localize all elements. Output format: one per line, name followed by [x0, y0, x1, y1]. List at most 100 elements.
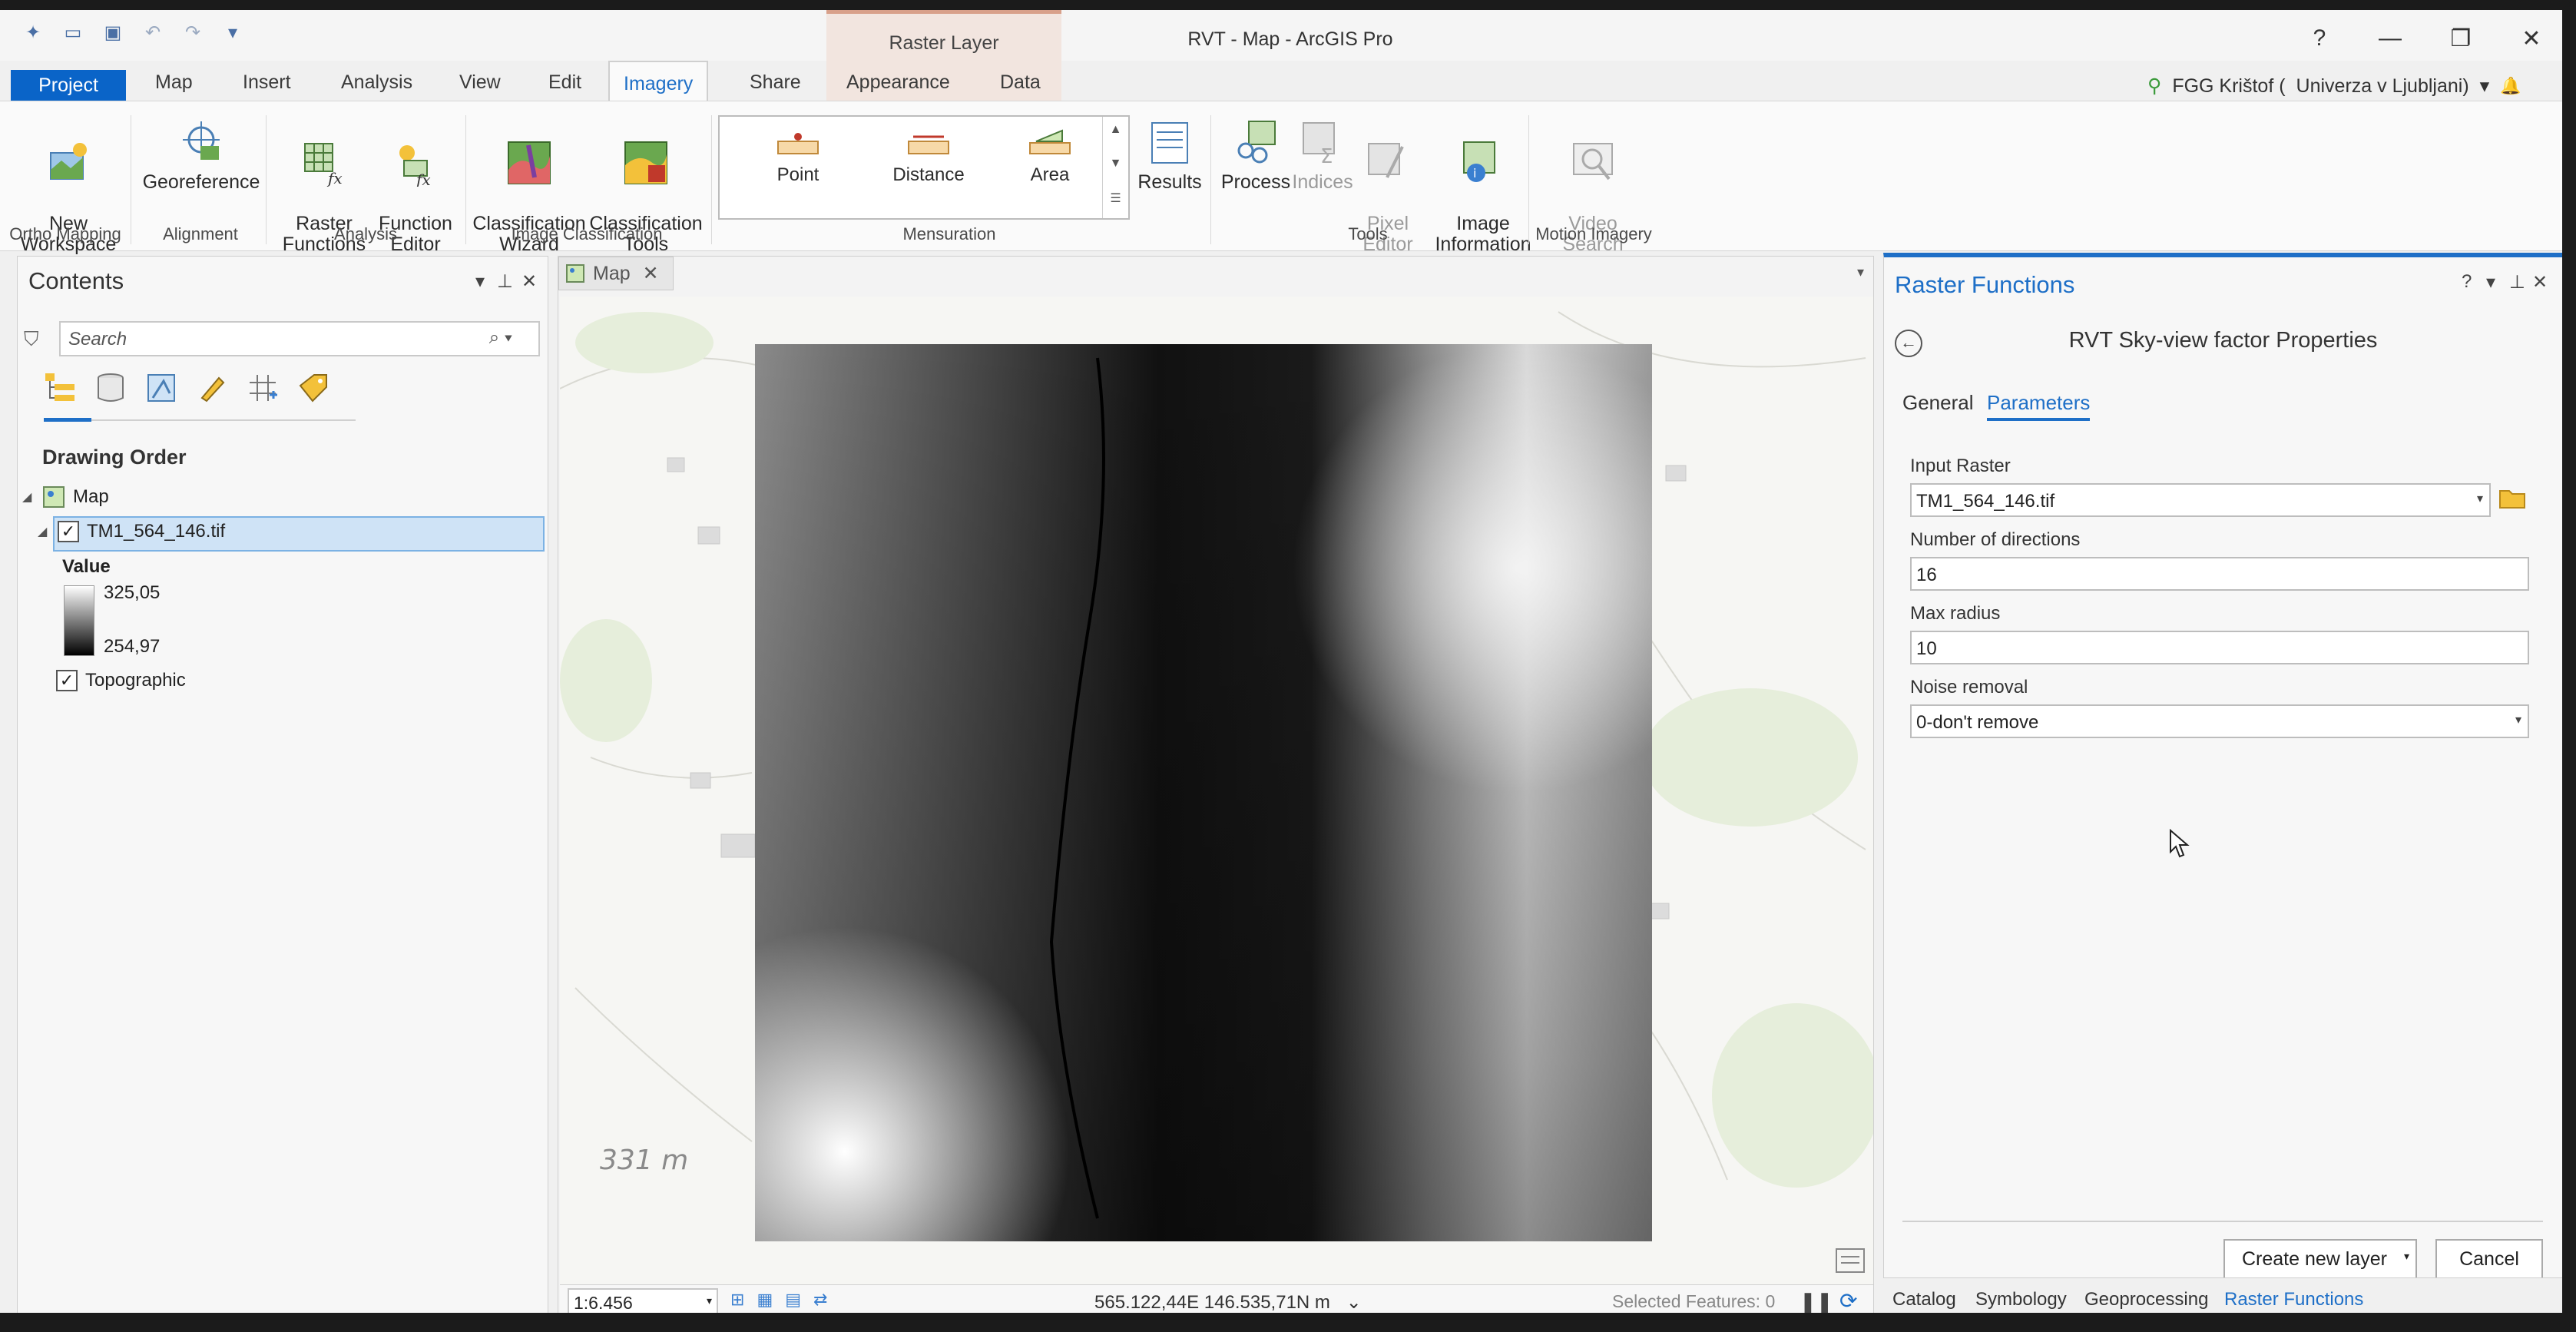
- coordinate-format-dropdown-icon[interactable]: ⌄: [1346, 1292, 1362, 1313]
- close-map-tab-icon[interactable]: ✕: [643, 262, 659, 285]
- help-icon[interactable]: ?: [2462, 271, 2472, 293]
- tab-project[interactable]: Project: [11, 70, 126, 101]
- map-canvas[interactable]: 331 m: [560, 297, 1873, 1284]
- tab-analysis[interactable]: Analysis: [341, 71, 412, 94]
- tab-map[interactable]: Map: [155, 71, 193, 94]
- pin-icon[interactable]: ⊥: [2509, 271, 2525, 293]
- tab-appearance[interactable]: Appearance: [846, 71, 950, 94]
- contents-search-input[interactable]: Search ⌕ ▾: [59, 321, 540, 356]
- area-measure-icon: [1029, 129, 1071, 154]
- snapping-icon[interactable]: ⇄: [813, 1290, 827, 1310]
- tab-share[interactable]: Share: [750, 71, 801, 94]
- view-options-icon[interactable]: ▾: [1857, 264, 1864, 280]
- group-image-classification: Image Classification: [511, 224, 663, 244]
- user-account[interactable]: ⚲ FGG Krištof ( Univerza v Ljubljani) ▾ …: [2147, 75, 2521, 98]
- close-button[interactable]: ✕: [2508, 25, 2554, 52]
- noise-removal-dropdown[interactable]: 0-don't remove ▾: [1910, 704, 2529, 738]
- collapse-map-icon[interactable]: ◢: [22, 489, 35, 505]
- input-raster-dropdown[interactable]: TM1_564_146.tif ▾: [1910, 483, 2491, 517]
- tab-imagery[interactable]: Imagery: [608, 61, 709, 101]
- redo-icon[interactable]: ↷: [180, 21, 206, 44]
- create-options-dropdown-icon[interactable]: ▾: [2404, 1250, 2409, 1263]
- results-button[interactable]: Results: [1135, 118, 1204, 193]
- close-pane-icon[interactable]: ✕: [2532, 271, 2548, 293]
- list-by-selection-icon[interactable]: [145, 372, 177, 404]
- list-by-editing-icon[interactable]: [196, 372, 228, 404]
- layer-tree-row[interactable]: ◢ ✓ TM1_564_146.tif: [38, 521, 225, 542]
- search-icon[interactable]: ⌕ ▾: [489, 327, 512, 349]
- mouse-cursor-icon: [2170, 829, 2190, 858]
- number-of-directions-label: Number of directions: [1910, 529, 2081, 550]
- number-of-directions-input[interactable]: 16: [1910, 557, 2529, 591]
- fixed-zoom-icon[interactable]: ⊞: [730, 1290, 744, 1310]
- undo-icon[interactable]: ↶: [140, 21, 166, 44]
- full-extent-icon[interactable]: ▤: [785, 1290, 801, 1310]
- point-measure-button[interactable]: Point: [760, 128, 836, 186]
- tab-insert[interactable]: Insert: [243, 71, 291, 94]
- close-pane-icon[interactable]: ✕: [521, 270, 537, 293]
- notifications-bell-icon[interactable]: 🔔: [2500, 76, 2521, 96]
- open-project-icon[interactable]: ▭: [60, 21, 86, 44]
- tab-edit[interactable]: Edit: [548, 71, 581, 94]
- help-button[interactable]: ?: [2296, 25, 2343, 51]
- grid-icon[interactable]: ▦: [757, 1290, 773, 1310]
- pin-icon[interactable]: ⊥: [497, 270, 513, 293]
- indices-button[interactable]: Σ Indices: [1284, 118, 1361, 193]
- browse-folder-icon[interactable]: [2498, 486, 2526, 509]
- minimize-button[interactable]: —: [2367, 25, 2413, 51]
- tab-view[interactable]: View: [459, 71, 501, 94]
- area-measure-button[interactable]: Area: [1012, 128, 1088, 186]
- create-new-layer-button[interactable]: Create new layer ▾: [2223, 1239, 2417, 1279]
- area-measure-label: Area: [1030, 164, 1070, 185]
- pixel-editor-icon: [1368, 143, 1404, 178]
- video-search-icon: [1573, 143, 1613, 181]
- gallery-expand-icon[interactable]: ☰: [1103, 184, 1128, 218]
- filter-icon[interactable]: ⛉: [24, 327, 39, 352]
- list-by-data-source-icon[interactable]: [94, 372, 127, 404]
- basemap-tree-row[interactable]: ✓ Topographic: [56, 670, 186, 691]
- map-view-tab[interactable]: Map ✕: [558, 257, 674, 290]
- pane-options-icon[interactable]: ▾: [2486, 271, 2495, 293]
- map-tree-row[interactable]: ◢ Map: [22, 485, 109, 509]
- refresh-icon[interactable]: ⟳: [1839, 1288, 1857, 1313]
- gallery-scroll[interactable]: ▲ ▼ ☰: [1102, 117, 1128, 218]
- user-signed-in-icon: ⚲: [2147, 75, 2162, 97]
- map-scale-selector[interactable]: 1:6.456 ▾: [568, 1288, 718, 1313]
- basemap-visibility-checkbox[interactable]: ✓: [56, 670, 78, 691]
- cancel-button[interactable]: Cancel: [2435, 1239, 2543, 1279]
- tab-raster-functions[interactable]: Raster Functions: [2224, 1289, 2363, 1310]
- pause-drawing-icon[interactable]: ❚❚: [1800, 1290, 1833, 1313]
- title-bar: ✦ ▭ ▣ ↶ ↷ ▾ Raster Layer RVT - Map - Arc…: [0, 10, 2562, 101]
- selected-features-count[interactable]: Selected Features: 0: [1612, 1291, 1775, 1312]
- tab-catalog[interactable]: Catalog: [1892, 1289, 1956, 1310]
- tab-general[interactable]: General: [1902, 391, 1974, 415]
- gallery-down-icon[interactable]: ▼: [1103, 151, 1128, 184]
- tab-parameters[interactable]: Parameters: [1987, 391, 2091, 421]
- save-project-icon[interactable]: ▣: [100, 21, 126, 44]
- collapse-layer-icon[interactable]: ◢: [38, 524, 50, 539]
- new-project-icon[interactable]: ✦: [20, 21, 46, 44]
- pane-options-icon[interactable]: ▾: [475, 270, 485, 293]
- tab-data[interactable]: Data: [1000, 71, 1041, 94]
- gallery-up-icon[interactable]: ▲: [1103, 117, 1128, 151]
- chevron-down-icon[interactable]: ▾: [2515, 712, 2521, 727]
- chevron-down-icon[interactable]: ▾: [2477, 491, 2483, 506]
- list-by-labeling-icon[interactable]: [297, 372, 329, 404]
- tab-geoprocessing[interactable]: Geoprocessing: [2084, 1289, 2208, 1310]
- scale-dropdown-icon[interactable]: ▾: [707, 1294, 712, 1307]
- customize-toolbar-icon[interactable]: ▾: [220, 21, 246, 44]
- svg-text:Σ: Σ: [1320, 145, 1333, 166]
- max-radius-value: 10: [1916, 638, 1937, 659]
- max-radius-input[interactable]: 10: [1910, 631, 2529, 664]
- georeference-button[interactable]: Georeference: [140, 118, 263, 193]
- attribution-icon[interactable]: [1836, 1248, 1865, 1273]
- indices-icon: Σ: [1303, 122, 1335, 166]
- raster-layer-context-label: Raster Layer: [889, 32, 999, 54]
- user-menu-chevron-icon[interactable]: ▾: [2480, 75, 2490, 98]
- list-by-snapping-icon[interactable]: [247, 372, 279, 404]
- restore-button[interactable]: ❐: [2438, 25, 2484, 52]
- distance-measure-button[interactable]: Distance: [882, 128, 975, 186]
- list-by-drawing-order-icon[interactable]: [44, 372, 76, 404]
- layer-visibility-checkbox[interactable]: ✓: [58, 521, 79, 542]
- tab-symbology[interactable]: Symbology: [1975, 1289, 2067, 1310]
